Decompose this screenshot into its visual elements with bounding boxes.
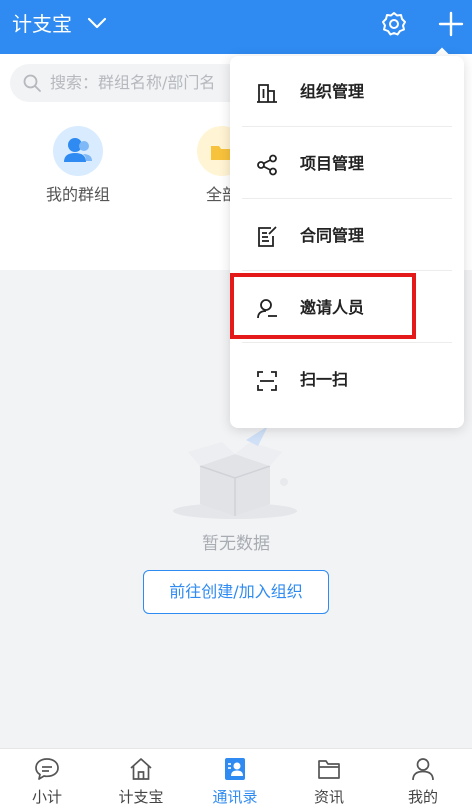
chat-icon bbox=[34, 756, 60, 782]
news-icon bbox=[316, 756, 342, 782]
gear-icon[interactable] bbox=[380, 10, 408, 42]
nav-label: 资讯 bbox=[313, 788, 344, 806]
menu-divider bbox=[242, 270, 452, 271]
bottom-nav: 小计 计支宝 通讯录 资讯 我的 bbox=[0, 748, 472, 810]
empty-state-text: 暂无数据 bbox=[202, 534, 270, 554]
plus-icon[interactable] bbox=[438, 10, 464, 42]
nav-item-news[interactable]: 资讯 bbox=[282, 749, 376, 810]
menu-item-label: 组织管理 bbox=[300, 82, 365, 101]
contacts-icon bbox=[222, 756, 248, 782]
menu-item-project-management[interactable]: 项目管理 bbox=[230, 128, 464, 200]
chevron-down-icon[interactable] bbox=[86, 12, 108, 38]
share-icon bbox=[256, 154, 278, 180]
highlight-box bbox=[230, 273, 416, 339]
menu-item-label: 扫一扫 bbox=[300, 370, 349, 389]
menu-item-label: 项目管理 bbox=[300, 154, 365, 173]
nav-item-jizhibao[interactable]: 计支宝 bbox=[94, 749, 188, 810]
nav-label: 我的 bbox=[407, 788, 438, 806]
nav-item-mine[interactable]: 我的 bbox=[376, 749, 470, 810]
nav-label: 通讯录 bbox=[212, 788, 258, 806]
app-title[interactable]: 计支宝 bbox=[12, 10, 72, 38]
menu-item-scan[interactable]: 扫一扫 bbox=[230, 344, 464, 416]
nav-label: 小计 bbox=[31, 788, 62, 806]
profile-icon bbox=[410, 756, 436, 782]
create-join-org-button[interactable]: 前往创建/加入组织 bbox=[143, 570, 329, 614]
menu-divider bbox=[242, 126, 452, 127]
nav-label: 计支宝 bbox=[118, 788, 164, 806]
quick-action-my-groups[interactable]: 我的群组 bbox=[36, 126, 120, 206]
home-icon bbox=[128, 756, 154, 782]
people-icon bbox=[53, 126, 103, 176]
menu-divider bbox=[242, 198, 452, 199]
menu-item-org-management[interactable]: 组织管理 bbox=[230, 56, 464, 128]
menu-divider bbox=[242, 342, 452, 343]
nav-item-xiaoji[interactable]: 小计 bbox=[0, 749, 94, 810]
menu-item-label: 合同管理 bbox=[300, 226, 365, 245]
contract-icon bbox=[256, 226, 278, 252]
search-icon bbox=[22, 73, 42, 97]
building-icon bbox=[256, 82, 278, 108]
empty-box-illustration bbox=[160, 416, 310, 530]
top-bar: 计支宝 bbox=[0, 0, 472, 54]
search-input[interactable]: 搜索：群组名称/部门名 bbox=[50, 72, 215, 94]
popup-menu: 组织管理 项目管理 合同管理 邀请人员 扫一扫 bbox=[230, 56, 464, 428]
quick-action-label: 我的群组 bbox=[45, 185, 110, 204]
scan-icon bbox=[256, 370, 278, 396]
menu-item-contract-management[interactable]: 合同管理 bbox=[230, 200, 464, 272]
nav-item-contacts[interactable]: 通讯录 bbox=[188, 749, 282, 810]
